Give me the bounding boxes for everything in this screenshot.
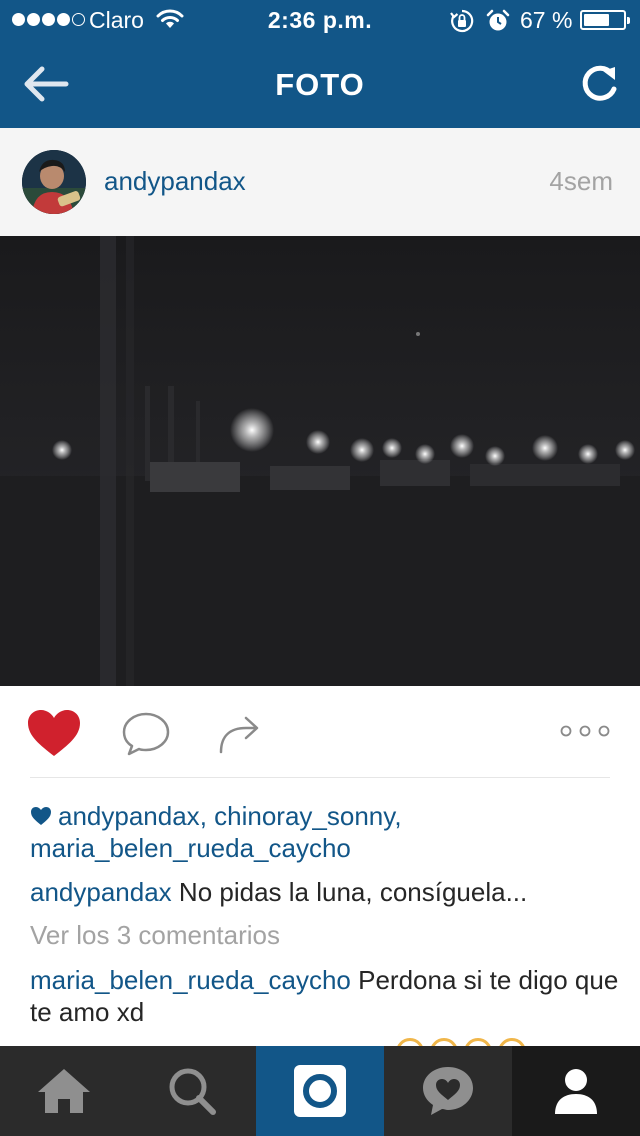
post-actions	[0, 686, 640, 778]
page-title: FOTO	[275, 67, 365, 102]
search-icon	[169, 1068, 216, 1115]
tab-camera[interactable]	[256, 1046, 384, 1136]
more-options-button[interactable]	[560, 724, 610, 743]
battery-percent: 67 %	[520, 7, 573, 33]
like-button[interactable]	[26, 708, 82, 763]
post-age: 4sem	[549, 166, 613, 196]
post-photo[interactable]	[0, 236, 640, 686]
likes-list: andypandax, chinoray_sonny, maria_belen_…	[30, 801, 402, 863]
battery-icon	[580, 10, 630, 30]
caption-username[interactable]: andypandax	[30, 877, 172, 907]
liker-link[interactable]: andypandax	[58, 801, 200, 831]
heart-filled-icon	[28, 710, 80, 756]
comment-button[interactable]	[120, 711, 172, 762]
share-button[interactable]	[216, 710, 262, 761]
refresh-button[interactable]	[574, 59, 624, 109]
refresh-icon	[582, 65, 617, 101]
nav-bar: FOTO	[0, 40, 640, 128]
tab-activity[interactable]	[384, 1046, 512, 1136]
more-dots-icon	[560, 725, 610, 737]
home-icon	[38, 1069, 90, 1113]
view-comments-link[interactable]: Ver los 3 comentarios	[30, 920, 280, 951]
liker-link[interactable]: maria_belen_rueda_caycho	[30, 833, 351, 863]
camera-icon	[294, 1065, 346, 1117]
caption-text: No pidas la luna, consíguela...	[178, 877, 528, 907]
tab-explore[interactable]	[128, 1046, 256, 1136]
post-header: andypandax 4sem	[0, 128, 640, 236]
post-caption: andypandax No pidas la luna, consíguela.…	[30, 876, 620, 908]
profile-icon	[555, 1069, 597, 1114]
likes-heart-icon	[31, 807, 51, 825]
comment-bubble-icon	[122, 712, 170, 756]
tab-profile[interactable]	[512, 1046, 640, 1136]
liker-link[interactable]: chinoray_sonny	[214, 801, 394, 831]
tab-bar	[0, 1046, 640, 1136]
status-bar: Claro 2:36 p.m. 67 %	[0, 0, 640, 40]
alarm-clock-icon	[486, 9, 510, 39]
comment-username[interactable]: maria_belen_rueda_caycho	[30, 965, 351, 995]
tab-home[interactable]	[0, 1046, 128, 1136]
avatar[interactable]	[22, 150, 86, 214]
divider	[30, 777, 610, 778]
rotation-lock-icon	[450, 9, 474, 39]
comment-item: maria_belen_rueda_caycho Perdona si te d…	[30, 964, 620, 1028]
activity-heart-icon	[423, 1067, 473, 1115]
share-arrow-icon	[219, 716, 259, 754]
app-header: Claro 2:36 p.m. 67 % FOTO	[0, 0, 640, 128]
post-author-username[interactable]: andypandax	[104, 166, 246, 197]
